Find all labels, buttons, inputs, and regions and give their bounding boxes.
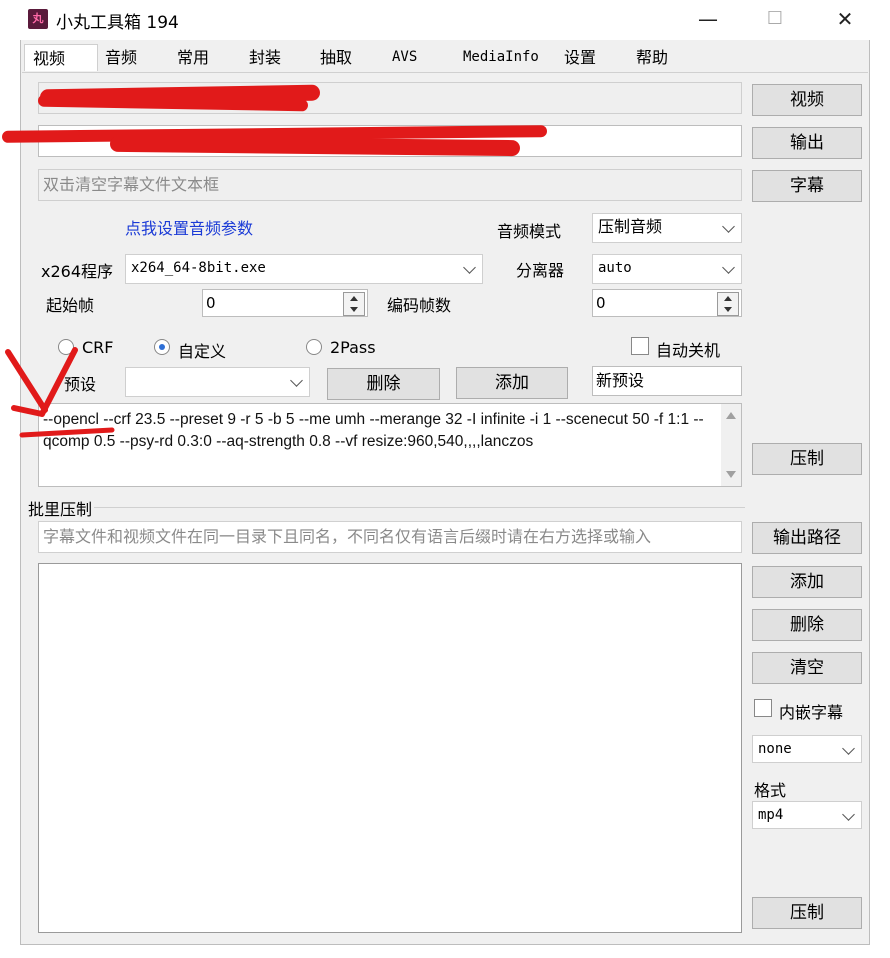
output-button[interactable]: 输出 <box>752 127 862 159</box>
chevron-down-icon <box>722 261 735 274</box>
encode-frames-label: 编码帧数 <box>387 296 452 315</box>
auto-shutdown-checkbox[interactable] <box>631 337 649 355</box>
x264-label: x264程序 <box>41 262 114 281</box>
batch-group-border <box>30 507 745 508</box>
spinner-arrows-icon[interactable] <box>343 292 365 316</box>
subtitle-field[interactable]: 双击清空字幕文件文本框 <box>38 169 742 201</box>
demuxer-select[interactable]: auto <box>592 254 742 284</box>
preset-select[interactable] <box>125 367 310 397</box>
encode-frames-value: 0 <box>596 294 606 312</box>
x264-select[interactable]: x264_64-8bit.exe <box>125 254 483 284</box>
tab-avs[interactable]: AVS <box>392 44 452 71</box>
format-label: 格式 <box>754 781 787 800</box>
tab-video[interactable]: 视频 <box>24 44 98 71</box>
params-scrollbar[interactable] <box>721 404 741 486</box>
scroll-down-icon <box>726 471 736 478</box>
video-button[interactable]: 视频 <box>752 84 862 116</box>
twopass-radio[interactable] <box>306 339 322 355</box>
batch-encode-button[interactable]: 压制 <box>752 897 862 929</box>
minimize-button[interactable]: — <box>673 0 743 40</box>
batch-group-label: 批里压制 <box>26 496 95 520</box>
output-path-button[interactable]: 输出路径 <box>752 522 862 554</box>
start-frame-label: 起始帧 <box>46 296 95 315</box>
chevron-down-icon <box>842 808 855 821</box>
encode-button[interactable]: 压制 <box>752 443 862 475</box>
batch-add-button[interactable]: 添加 <box>752 566 862 598</box>
annotation-arrow-icon <box>5 347 115 438</box>
twopass-label[interactable]: 2Pass <box>330 338 376 357</box>
scroll-up-icon <box>726 412 736 419</box>
batch-delete-button[interactable]: 删除 <box>752 609 862 641</box>
tab-settings[interactable]: 设置 <box>564 44 624 71</box>
new-preset-input[interactable]: 新预设 <box>592 366 742 396</box>
tab-mux[interactable]: 封装 <box>249 44 309 71</box>
custom-radio[interactable] <box>154 339 170 355</box>
delete-preset-button[interactable]: 删除 <box>327 368 440 400</box>
tab-help[interactable]: 帮助 <box>636 44 696 71</box>
subtitle-lang-select[interactable]: none <box>752 735 862 763</box>
custom-label[interactable]: 自定义 <box>178 338 226 362</box>
batch-clear-button[interactable]: 清空 <box>752 652 862 684</box>
embed-subtitle-label[interactable]: 内嵌字幕 <box>779 699 843 723</box>
subtitle-lang-value: none <box>758 741 792 757</box>
app-icon: 丸 <box>28 9 48 29</box>
maximize-button[interactable]: ☐ <box>740 0 810 40</box>
chevron-down-icon <box>290 374 303 387</box>
demuxer-value: auto <box>598 260 632 276</box>
x264-params-textarea[interactable]: --opencl --crf 23.5 --preset 9 -r 5 -b 5… <box>38 403 742 487</box>
window-title: 小丸工具箱 194 <box>56 13 179 33</box>
audio-mode-label: 音频模式 <box>497 222 562 241</box>
batch-hint-field[interactable]: 字幕文件和视频文件在同一目录下且同名，不同名仅有语言后缀时请在右方选择或输入 <box>38 521 742 553</box>
tab-common[interactable]: 常用 <box>177 44 237 71</box>
auto-shutdown-label[interactable]: 自动关机 <box>656 337 720 361</box>
encode-frames-spinner[interactable]: 0 <box>592 289 742 317</box>
format-select[interactable]: mp4 <box>752 801 862 829</box>
format-value: mp4 <box>758 807 784 823</box>
start-frame-value: 0 <box>206 294 216 312</box>
chevron-down-icon <box>722 220 735 233</box>
audio-mode-select[interactable]: 压制音频 <box>592 213 742 243</box>
chevron-down-icon <box>463 261 476 274</box>
start-frame-spinner[interactable]: 0 <box>202 289 368 317</box>
tab-extract[interactable]: 抽取 <box>320 44 380 71</box>
audio-mode-value: 压制音频 <box>598 217 663 236</box>
batch-file-list[interactable] <box>38 563 742 933</box>
x264-params-text: --opencl --crf 23.5 --preset 9 -r 5 -b 5… <box>43 411 704 450</box>
x264-value: x264_64-8bit.exe <box>131 260 266 276</box>
demuxer-label: 分离器 <box>516 261 565 280</box>
tab-audio[interactable]: 音频 <box>105 44 165 71</box>
audio-settings-link[interactable]: 点我设置音频参数 <box>125 215 253 239</box>
tab-mediainfo[interactable]: MediaInfo <box>463 44 558 71</box>
chevron-down-icon <box>842 742 855 755</box>
subtitle-button[interactable]: 字幕 <box>752 170 862 202</box>
embed-subtitle-checkbox[interactable] <box>754 699 772 717</box>
add-preset-button[interactable]: 添加 <box>456 367 568 399</box>
close-button[interactable]: ✕ <box>810 0 880 40</box>
spinner-arrows-icon[interactable] <box>717 292 739 316</box>
